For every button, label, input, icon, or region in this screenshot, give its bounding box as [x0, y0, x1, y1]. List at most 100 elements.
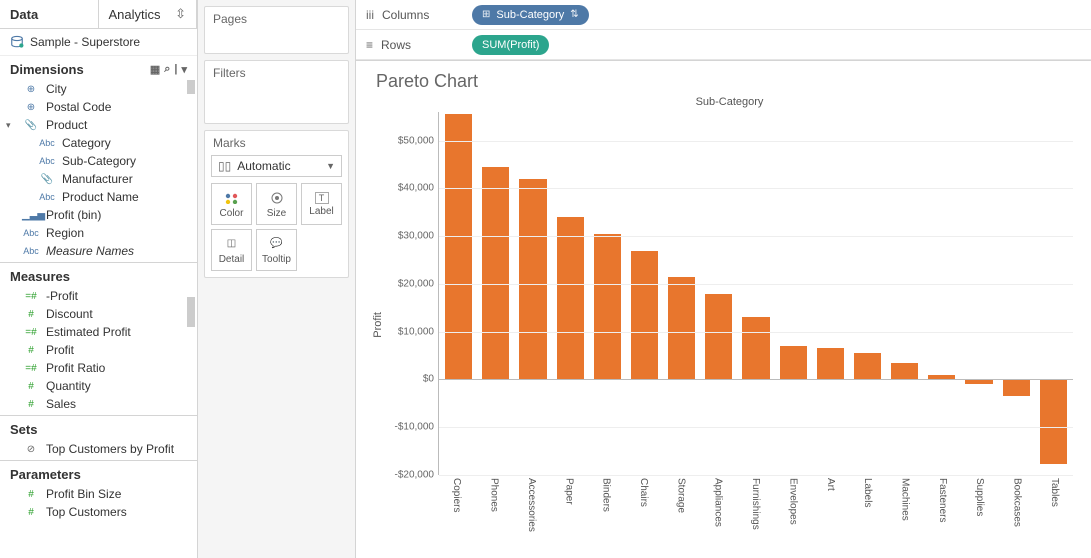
- bar-paper[interactable]: [555, 112, 586, 475]
- columns-shelf[interactable]: iii Columns ⊞ Sub-Category ⇅: [356, 0, 1091, 30]
- marks-tooltip-button[interactable]: 💬 Tooltip: [256, 229, 297, 271]
- search-icon[interactable]: ⌕: [164, 63, 170, 76]
- tab-analytics[interactable]: Analytics⇳: [99, 0, 198, 28]
- marks-label-button[interactable]: T Label: [301, 183, 342, 225]
- x-tick: Furnishings: [737, 475, 774, 553]
- marks-size-button[interactable]: Size: [256, 183, 297, 225]
- x-tick: Labels: [849, 475, 886, 553]
- dimensions-menu-icon[interactable]: ▾: [181, 63, 187, 76]
- measure-profit-ratio[interactable]: =#Profit Ratio: [0, 359, 197, 377]
- dimensions-header: Dimensions ▦ ⌕ | ▾: [0, 56, 197, 80]
- scrollbar-thumb[interactable]: [187, 80, 195, 94]
- hash-icon: #: [22, 309, 40, 320]
- field-label: Profit Ratio: [46, 361, 105, 375]
- y-tick: $10,000: [398, 326, 434, 337]
- y-tick: $30,000: [398, 231, 434, 242]
- dimension-postal-code[interactable]: ⊕Postal Code: [0, 98, 197, 116]
- param-label: Profit Bin Size: [46, 487, 121, 501]
- measures-list: =#-Profit#Discount=#Estimated Profit#Pro…: [0, 287, 197, 413]
- param-label: Top Customers: [46, 505, 127, 519]
- dimension-product-name[interactable]: AbcProduct Name: [0, 188, 197, 206]
- pill-sub-category[interactable]: ⊞ Sub-Category ⇅: [472, 5, 589, 25]
- marks-detail-button[interactable]: ◫ Detail: [211, 229, 252, 271]
- pill-label: SUM(Profit): [482, 39, 539, 51]
- y-tick: -$20,000: [395, 470, 434, 481]
- bar-labels[interactable]: [852, 112, 883, 475]
- field-label: Quantity: [46, 379, 91, 393]
- field-label: Product Name: [62, 190, 139, 204]
- field-label: Region: [46, 226, 84, 240]
- dimension-measure-names[interactable]: AbcMeasure Names: [0, 242, 197, 260]
- bar-furnishings[interactable]: [740, 112, 771, 475]
- tab-data[interactable]: Data: [0, 0, 99, 28]
- bar-storage[interactable]: [666, 112, 697, 475]
- set-top-customers-profit[interactable]: ⊘ Top Customers by Profit: [0, 440, 197, 458]
- sub-header: Sub-Category: [386, 96, 1073, 112]
- rows-shelf[interactable]: ≡Rows SUM(Profit): [356, 30, 1091, 60]
- rows-icon: ≡: [366, 38, 373, 52]
- bar-envelopes[interactable]: [778, 112, 809, 475]
- bar-accessories[interactable]: [517, 112, 548, 475]
- bar-tables[interactable]: [1038, 112, 1069, 475]
- set-icon: ⊘: [22, 444, 40, 455]
- marks-type-label: Automatic: [237, 159, 290, 173]
- hash-icon: #: [22, 345, 40, 356]
- bar-supplies[interactable]: [963, 112, 994, 475]
- dimension-product[interactable]: ▾📎Product: [0, 116, 197, 134]
- marks-type-dropdown[interactable]: ▯▯ Automatic ▼: [211, 155, 342, 177]
- field-label: City: [46, 82, 67, 96]
- data-panel: Data Analytics⇳ Sample - Superstore Dime…: [0, 0, 198, 558]
- measure-sales[interactable]: #Sales: [0, 395, 197, 413]
- dimension-profit-bin-[interactable]: ▁▃▅Profit (bin): [0, 206, 197, 224]
- chevron-down-icon: ▼: [326, 161, 335, 171]
- measure-estimated-profit[interactable]: =#Estimated Profit: [0, 323, 197, 341]
- collapse-icon[interactable]: ▾: [6, 120, 11, 131]
- y-axis-label: Profit: [370, 312, 386, 338]
- param-top-customers[interactable]: # Top Customers: [0, 503, 197, 521]
- bar-bookcases[interactable]: [1001, 112, 1032, 475]
- y-tick: $50,000: [398, 135, 434, 146]
- x-tick: Fasteners: [924, 475, 961, 553]
- abc-icon: Abc: [38, 156, 56, 166]
- abc-icon: Abc: [22, 246, 40, 256]
- dimension-category[interactable]: AbcCategory: [0, 134, 197, 152]
- bar-appliances[interactable]: [703, 112, 734, 475]
- bar-phones[interactable]: [480, 112, 511, 475]
- param-profit-bin-size[interactable]: # Profit Bin Size: [0, 485, 197, 503]
- bar-art[interactable]: [815, 112, 846, 475]
- sets-header: Sets: [0, 416, 197, 440]
- bar-chairs[interactable]: [629, 112, 660, 475]
- measure-discount[interactable]: #Discount: [0, 305, 197, 323]
- view-grid-icon[interactable]: ▦: [150, 63, 160, 76]
- hash-icon: #: [22, 381, 40, 392]
- measure-quantity[interactable]: # Quantity: [0, 377, 197, 395]
- marks-detail-label: Detail: [219, 254, 245, 265]
- measure-profit[interactable]: #Profit: [0, 341, 197, 359]
- grid-line: [439, 332, 1073, 333]
- pill-sum-profit[interactable]: SUM(Profit): [472, 35, 549, 55]
- dimension-manufacturer[interactable]: 📎Manufacturer: [0, 170, 197, 188]
- size-icon: [269, 190, 285, 206]
- parameters-label: Parameters: [10, 467, 81, 482]
- columns-icon: iii: [366, 8, 374, 22]
- dimension-region[interactable]: AbcRegion: [0, 224, 197, 242]
- dimension-city[interactable]: ⊕City: [0, 80, 197, 98]
- pages-card[interactable]: Pages: [204, 6, 349, 54]
- columns-label: Columns: [382, 8, 429, 22]
- datasource-row[interactable]: Sample - Superstore: [0, 29, 197, 56]
- dimension-sub-category[interactable]: AbcSub-Category: [0, 152, 197, 170]
- filters-card[interactable]: Filters: [204, 60, 349, 124]
- detail-icon: ◫: [227, 236, 236, 252]
- bar-machines[interactable]: [889, 112, 920, 475]
- globe-icon: ⊕: [22, 102, 40, 113]
- x-tick: Art: [812, 475, 849, 553]
- bar-copiers[interactable]: [443, 112, 474, 475]
- filters-title: Filters: [205, 61, 348, 85]
- bar-binders[interactable]: [592, 112, 623, 475]
- pages-title: Pages: [205, 7, 348, 31]
- bar-fasteners[interactable]: [926, 112, 957, 475]
- marks-color-button[interactable]: Color: [211, 183, 252, 225]
- viz-title[interactable]: Pareto Chart: [376, 71, 1073, 92]
- scrollbar-thumb[interactable]: [187, 297, 195, 327]
- measure--profit[interactable]: =#-Profit: [0, 287, 197, 305]
